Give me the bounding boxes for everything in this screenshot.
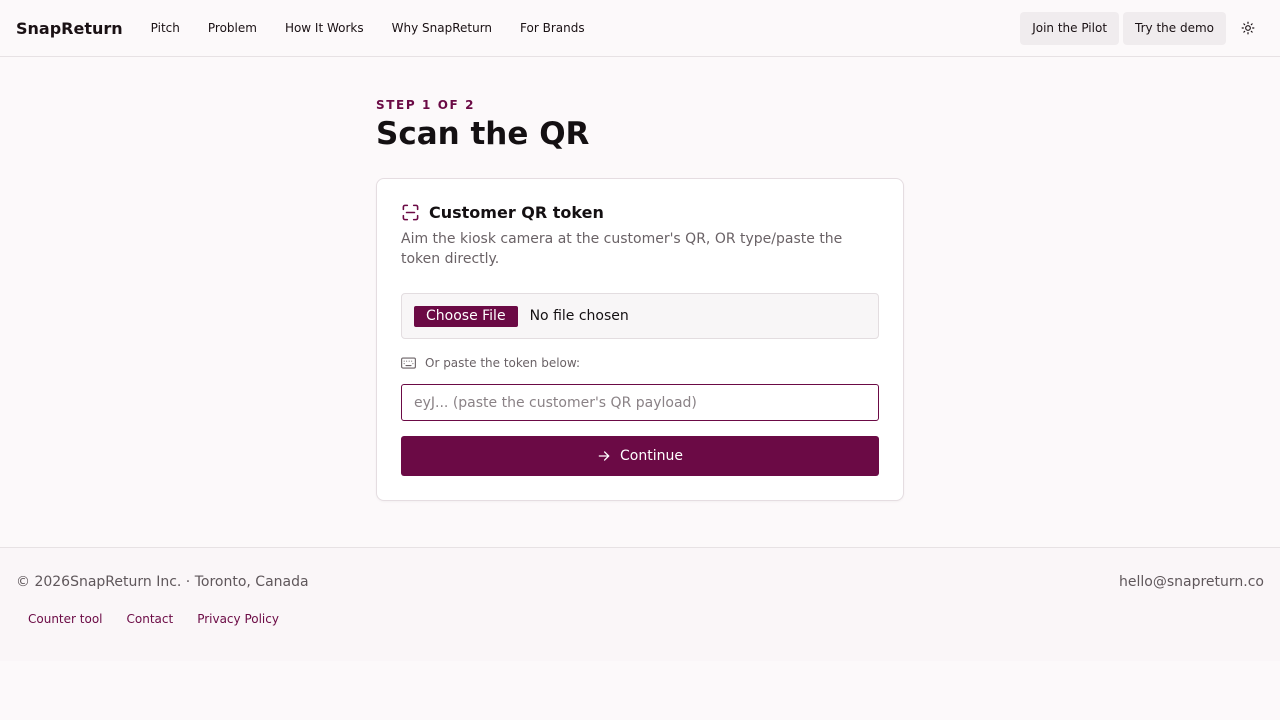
scan-qr-icon <box>402 204 419 221</box>
site-footer: © 2026SnapReturn Inc. · Toronto, Canada … <box>0 547 1280 661</box>
sun-icon <box>1241 21 1255 35</box>
main-nav: Pitch Problem How It Works Why SnapRetur… <box>137 15 599 41</box>
nav-link-how-it-works[interactable]: How It Works <box>271 15 378 41</box>
nav-link-pitch[interactable]: Pitch <box>137 15 194 41</box>
footer-row: © 2026SnapReturn Inc. · Toronto, Canada … <box>16 548 1264 590</box>
choose-file-button[interactable]: Choose File <box>414 305 518 327</box>
footer-link-privacy-policy[interactable]: Privacy Policy <box>185 612 291 626</box>
join-pilot-button[interactable]: Join the Pilot <box>1020 11 1120 45</box>
file-status-text: No file chosen <box>529 308 629 324</box>
card-header: Customer QR token <box>401 203 879 222</box>
keyboard-icon <box>401 357 416 369</box>
main-content: STEP 1 OF 2 Scan the QR Customer QR toke… <box>376 57 904 547</box>
top-navigation-bar: SnapReturn Pitch Problem How It Works Wh… <box>0 0 1280 57</box>
file-upload-field[interactable]: Choose File No file chosen <box>401 293 879 339</box>
theme-toggle-button[interactable] <box>1232 12 1264 45</box>
try-demo-button[interactable]: Try the demo <box>1123 11 1226 45</box>
card-title: Customer QR token <box>429 203 604 222</box>
nav-link-problem[interactable]: Problem <box>194 15 271 41</box>
footer-link-counter-tool[interactable]: Counter tool <box>16 612 115 626</box>
arrow-right-icon <box>598 451 610 461</box>
footer-link-contact[interactable]: Contact <box>115 612 186 626</box>
continue-button-label: Continue <box>620 448 683 464</box>
footer-links: Counter tool Contact Privacy Policy <box>16 612 1264 626</box>
card-description: Aim the kiosk camera at the customer's Q… <box>401 231 843 267</box>
page-bottom-area <box>0 661 1280 720</box>
nav-link-for-brands[interactable]: For Brands <box>506 15 599 41</box>
copyright-text: © 2026SnapReturn Inc. · Toronto, Canada <box>16 574 309 590</box>
qr-token-card: Customer QR token Aim the kiosk camera a… <box>376 178 904 501</box>
paste-token-label: Or paste the token below: <box>401 356 879 370</box>
contact-email[interactable]: hello@snapreturn.co <box>1119 574 1264 590</box>
page-title: Scan the QR <box>376 116 590 152</box>
paste-token-label-text: Or paste the token below: <box>425 356 581 370</box>
continue-button[interactable]: Continue <box>401 436 879 476</box>
brand-logo[interactable]: SnapReturn <box>16 19 123 38</box>
token-input[interactable] <box>401 384 879 421</box>
step-indicator: STEP 1 OF 2 <box>376 98 476 112</box>
nav-link-why-snapreturn[interactable]: Why SnapReturn <box>378 15 506 41</box>
